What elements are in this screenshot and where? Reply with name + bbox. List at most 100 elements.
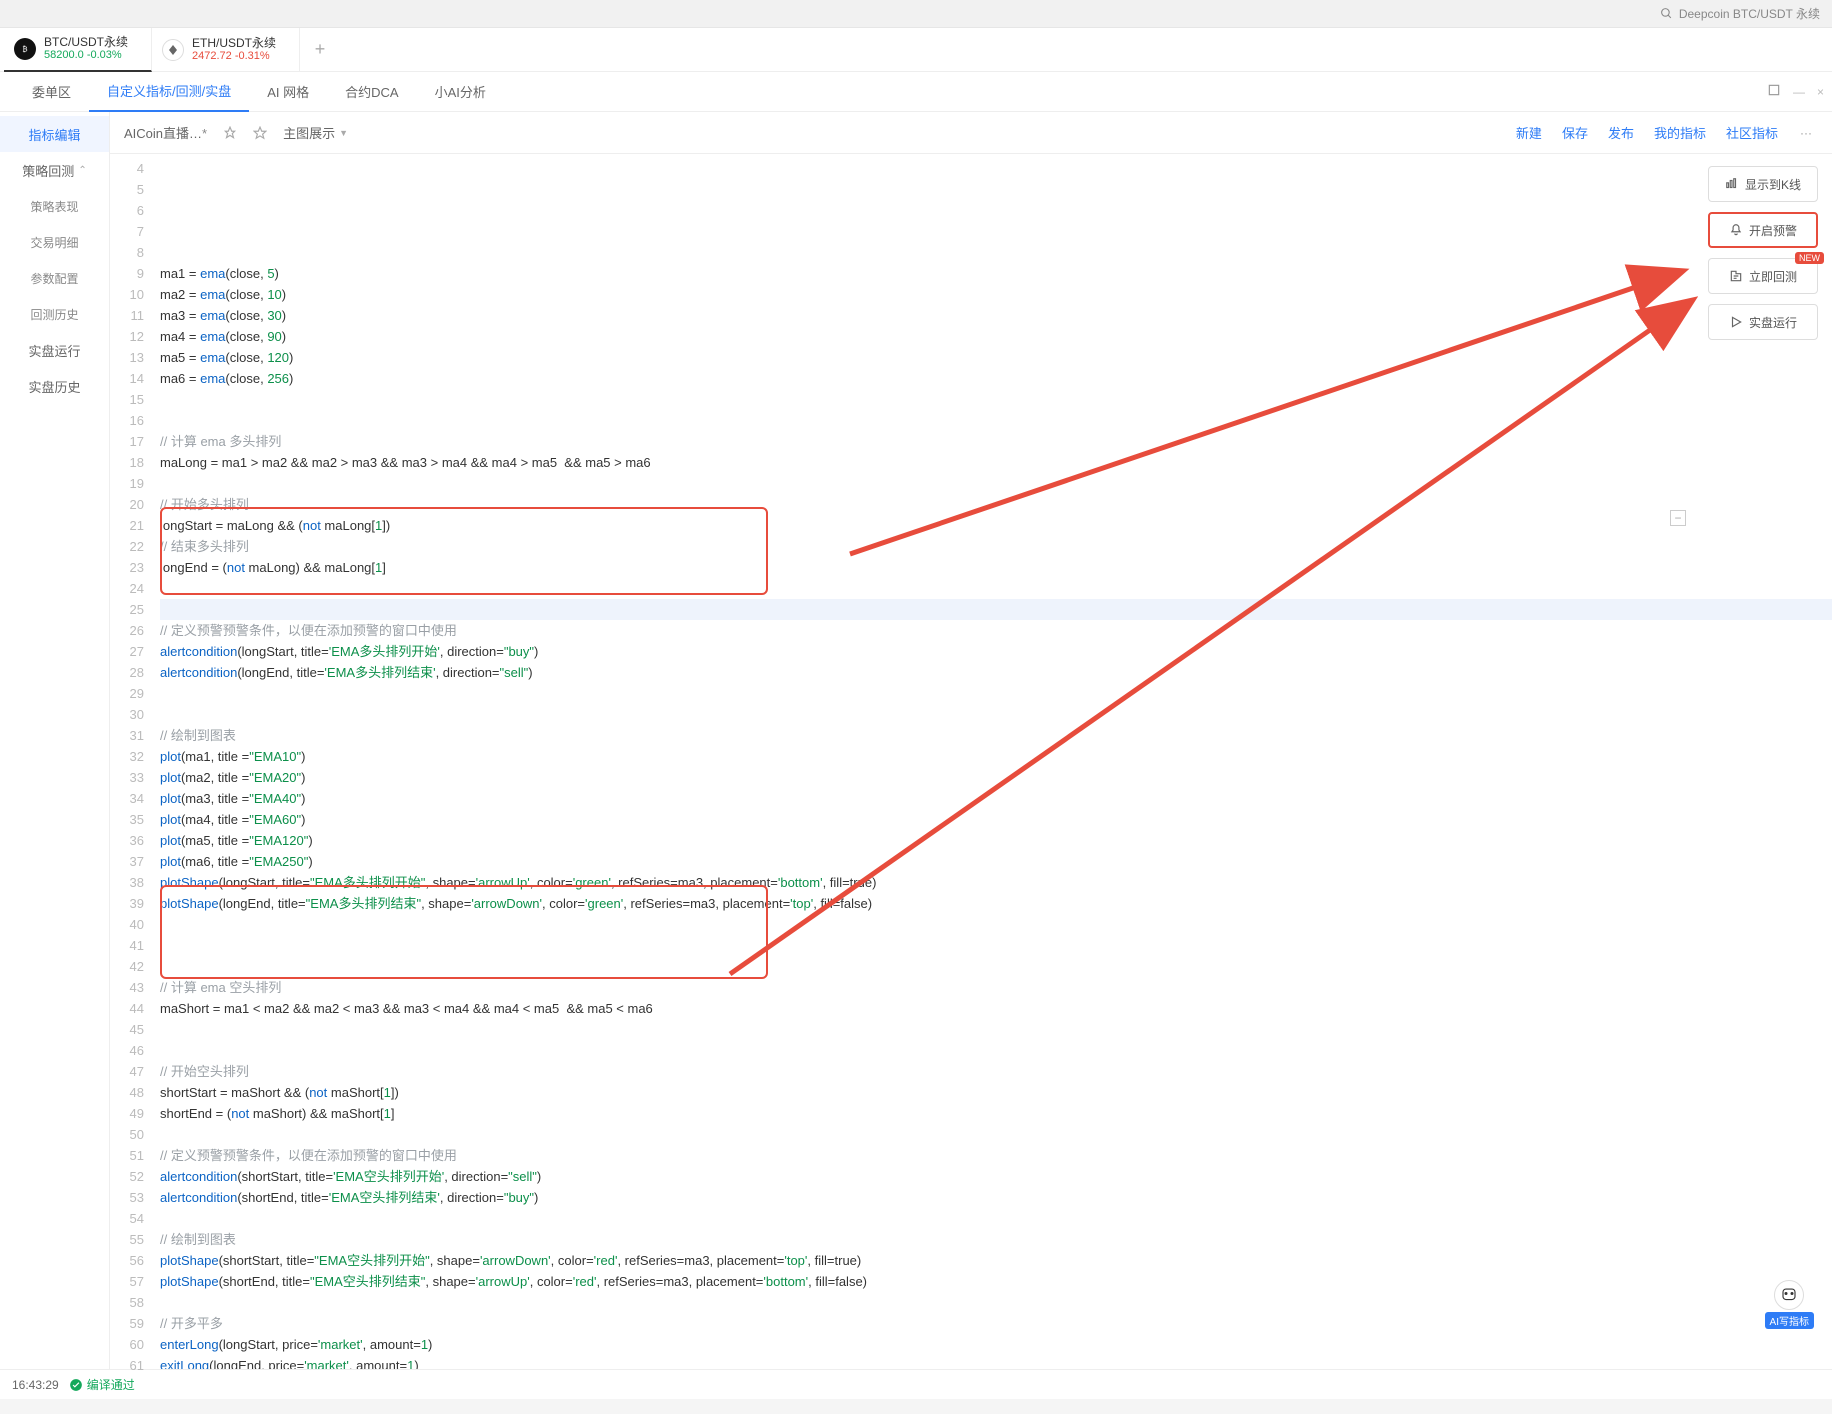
rp-label: 开启预警 xyxy=(1749,222,1797,239)
editor-action-3[interactable]: 我的指标 xyxy=(1654,123,1706,142)
code-line[interactable]: plotShape(shortStart, title="EMA空头排列开始",… xyxy=(160,1250,1832,1271)
code-line[interactable]: ma4 = ema(close, 90) xyxy=(160,326,1832,347)
right-panel-btn-backtest[interactable]: 立即回测NEW xyxy=(1708,258,1818,294)
ai-label: AI写指标 xyxy=(1765,1312,1814,1329)
code-line[interactable] xyxy=(160,599,1832,620)
code-line[interactable]: plotShape(longStart, title="EMA多头排列开始", … xyxy=(160,872,1832,893)
code-line[interactable]: plotShape(longEnd, title="EMA多头排列结束", sh… xyxy=(160,893,1832,914)
editor-action-2[interactable]: 发布 xyxy=(1608,123,1634,142)
code-line[interactable]: alertcondition(shortEnd, title='EMA空头排列结… xyxy=(160,1187,1832,1208)
code-line[interactable]: plot(ma2, title ="EMA20") xyxy=(160,767,1832,788)
ai-assistant-float[interactable]: AI写指标 xyxy=(1765,1280,1814,1329)
code-line[interactable]: // 定义预警预警条件，以便在添加预警的窗口中使用 xyxy=(160,620,1832,641)
code-line[interactable] xyxy=(160,410,1832,431)
code-line[interactable]: longEnd = (not maLong) && maLong[1] xyxy=(160,557,1832,578)
nav-item-2[interactable]: AI 网格 xyxy=(249,72,327,112)
fullscreen-icon[interactable] xyxy=(1767,83,1781,100)
code-line[interactable]: // 开始空头排列 xyxy=(160,1061,1832,1082)
code-line[interactable] xyxy=(160,1208,1832,1229)
ai-icon xyxy=(1774,1280,1804,1310)
pair-tab-1[interactable]: ETH/USDT永续2472.72 -0.31% xyxy=(152,28,300,72)
code-line[interactable]: plot(ma5, title ="EMA120") xyxy=(160,830,1832,851)
file-name: AICoin直播…* xyxy=(124,123,207,142)
bell-icon xyxy=(1729,223,1743,237)
sidebar-item-2[interactable]: 策略表现 xyxy=(0,188,109,224)
code-line[interactable]: plotShape(shortEnd, title="EMA空头排列结束", s… xyxy=(160,1271,1832,1292)
code-line[interactable]: longStart = maLong && (not maLong[1]) xyxy=(160,515,1832,536)
pin-icon[interactable] xyxy=(223,126,237,140)
code-line[interactable]: exitLong(longEnd, price='market', amount… xyxy=(160,1355,1832,1369)
code-line[interactable]: // 计算 ema 空头排列 xyxy=(160,977,1832,998)
editor-action-1[interactable]: 保存 xyxy=(1562,123,1588,142)
kline-icon xyxy=(1725,177,1739,191)
code-area[interactable]: ma1 = ema(close, 5)ma2 = ema(close, 10)m… xyxy=(156,154,1832,1369)
code-line[interactable]: alertcondition(shortStart, title='EMA空头排… xyxy=(160,1166,1832,1187)
sidebar-item-5[interactable]: 回测历史 xyxy=(0,296,109,332)
minimize-icon[interactable]: — xyxy=(1793,85,1805,99)
chevron-down-icon: ▼ xyxy=(339,128,348,138)
code-line[interactable]: plot(ma6, title ="EMA250") xyxy=(160,851,1832,872)
code-line[interactable]: ma2 = ema(close, 10) xyxy=(160,284,1832,305)
code-line[interactable] xyxy=(160,578,1832,599)
nav-item-0[interactable]: 委单区 xyxy=(14,72,89,112)
code-line[interactable]: ma5 = ema(close, 120) xyxy=(160,347,1832,368)
nav-item-4[interactable]: 小AI分析 xyxy=(417,72,504,112)
code-line[interactable]: // 计算 ema 多头排列 xyxy=(160,431,1832,452)
right-panel-btn-bell[interactable]: 开启预警 xyxy=(1708,212,1818,248)
code-line[interactable]: shortStart = maShort && (not maShort[1]) xyxy=(160,1082,1832,1103)
code-line[interactable]: ma6 = ema(close, 256) xyxy=(160,368,1832,389)
sidebar: 指标编辑策略回测⌃策略表现交易明细参数配置回测历史实盘运行实盘历史 xyxy=(0,112,110,1369)
right-panel-btn-kline[interactable]: 显示到K线 xyxy=(1708,166,1818,202)
code-line[interactable]: // 开始多头排列 xyxy=(160,494,1832,515)
code-line[interactable] xyxy=(160,704,1832,725)
code-line[interactable]: alertcondition(longEnd, title='EMA多头排列结束… xyxy=(160,662,1832,683)
code-line[interactable]: // 绘制到图表 xyxy=(160,1229,1832,1250)
nav-item-3[interactable]: 合约DCA xyxy=(327,72,416,112)
editor-action-4[interactable]: 社区指标 xyxy=(1726,123,1778,142)
right-panel-btn-run[interactable]: 实盘运行 xyxy=(1708,304,1818,340)
code-line[interactable]: plot(ma4, title ="EMA60") xyxy=(160,809,1832,830)
code-line[interactable]: // 结束多头排列 xyxy=(160,536,1832,557)
global-search[interactable]: Deepcoin BTC/USDT 永续 xyxy=(1660,5,1820,22)
code-line[interactable]: plot(ma1, title ="EMA10") xyxy=(160,746,1832,767)
code-line[interactable]: // 定义预警预警条件，以便在添加预警的窗口中使用 xyxy=(160,1145,1832,1166)
fold-minus-icon[interactable]: − xyxy=(1670,510,1686,526)
editor-action-0[interactable]: 新建 xyxy=(1516,123,1542,142)
code-line[interactable] xyxy=(160,1292,1832,1313)
code-line[interactable] xyxy=(160,473,1832,494)
sidebar-item-6[interactable]: 实盘运行 xyxy=(0,332,109,368)
code-editor[interactable]: 4567891011121314151617181920212223242526… xyxy=(110,154,1832,1369)
add-pair-button[interactable]: + xyxy=(300,39,340,60)
more-icon[interactable]: ··· xyxy=(1794,126,1818,140)
code-line[interactable] xyxy=(160,914,1832,935)
code-line[interactable]: plot(ma3, title ="EMA40") xyxy=(160,788,1832,809)
code-line[interactable]: ma3 = ema(close, 30) xyxy=(160,305,1832,326)
star-icon[interactable] xyxy=(253,126,267,140)
code-line[interactable] xyxy=(160,1040,1832,1061)
code-line[interactable]: shortEnd = (not maShort) && maShort[1] xyxy=(160,1103,1832,1124)
close-icon[interactable]: × xyxy=(1817,85,1824,99)
code-line[interactable]: enterLong(longStart, price='market', amo… xyxy=(160,1334,1832,1355)
code-line[interactable] xyxy=(160,956,1832,977)
pair-name: BTC/USDT永续 xyxy=(44,35,128,49)
sidebar-item-3[interactable]: 交易明细 xyxy=(0,224,109,260)
nav-item-1[interactable]: 自定义指标/回测/实盘 xyxy=(89,72,249,112)
view-mode-dropdown[interactable]: 主图展示 ▼ xyxy=(283,123,348,142)
code-line[interactable]: ma1 = ema(close, 5) xyxy=(160,263,1832,284)
search-placeholder: Deepcoin BTC/USDT 永续 xyxy=(1679,5,1820,22)
sidebar-item-1[interactable]: 策略回测⌃ xyxy=(0,152,109,188)
sidebar-item-0[interactable]: 指标编辑 xyxy=(0,116,109,152)
code-line[interactable] xyxy=(160,389,1832,410)
code-line[interactable]: maShort = ma1 < ma2 && ma2 < ma3 && ma3 … xyxy=(160,998,1832,1019)
code-line[interactable] xyxy=(160,1124,1832,1145)
code-line[interactable]: maLong = ma1 > ma2 && ma2 > ma3 && ma3 >… xyxy=(160,452,1832,473)
code-line[interactable] xyxy=(160,683,1832,704)
sidebar-item-7[interactable]: 实盘历史 xyxy=(0,368,109,404)
code-line[interactable] xyxy=(160,1019,1832,1040)
code-line[interactable]: // 开多平多 xyxy=(160,1313,1832,1334)
code-line[interactable]: alertcondition(longStart, title='EMA多头排列… xyxy=(160,641,1832,662)
pair-tab-0[interactable]: ₿ BTC/USDT永续58200.0 -0.03% xyxy=(4,28,152,72)
code-line[interactable]: // 绘制到图表 xyxy=(160,725,1832,746)
code-line[interactable] xyxy=(160,935,1832,956)
sidebar-item-4[interactable]: 参数配置 xyxy=(0,260,109,296)
